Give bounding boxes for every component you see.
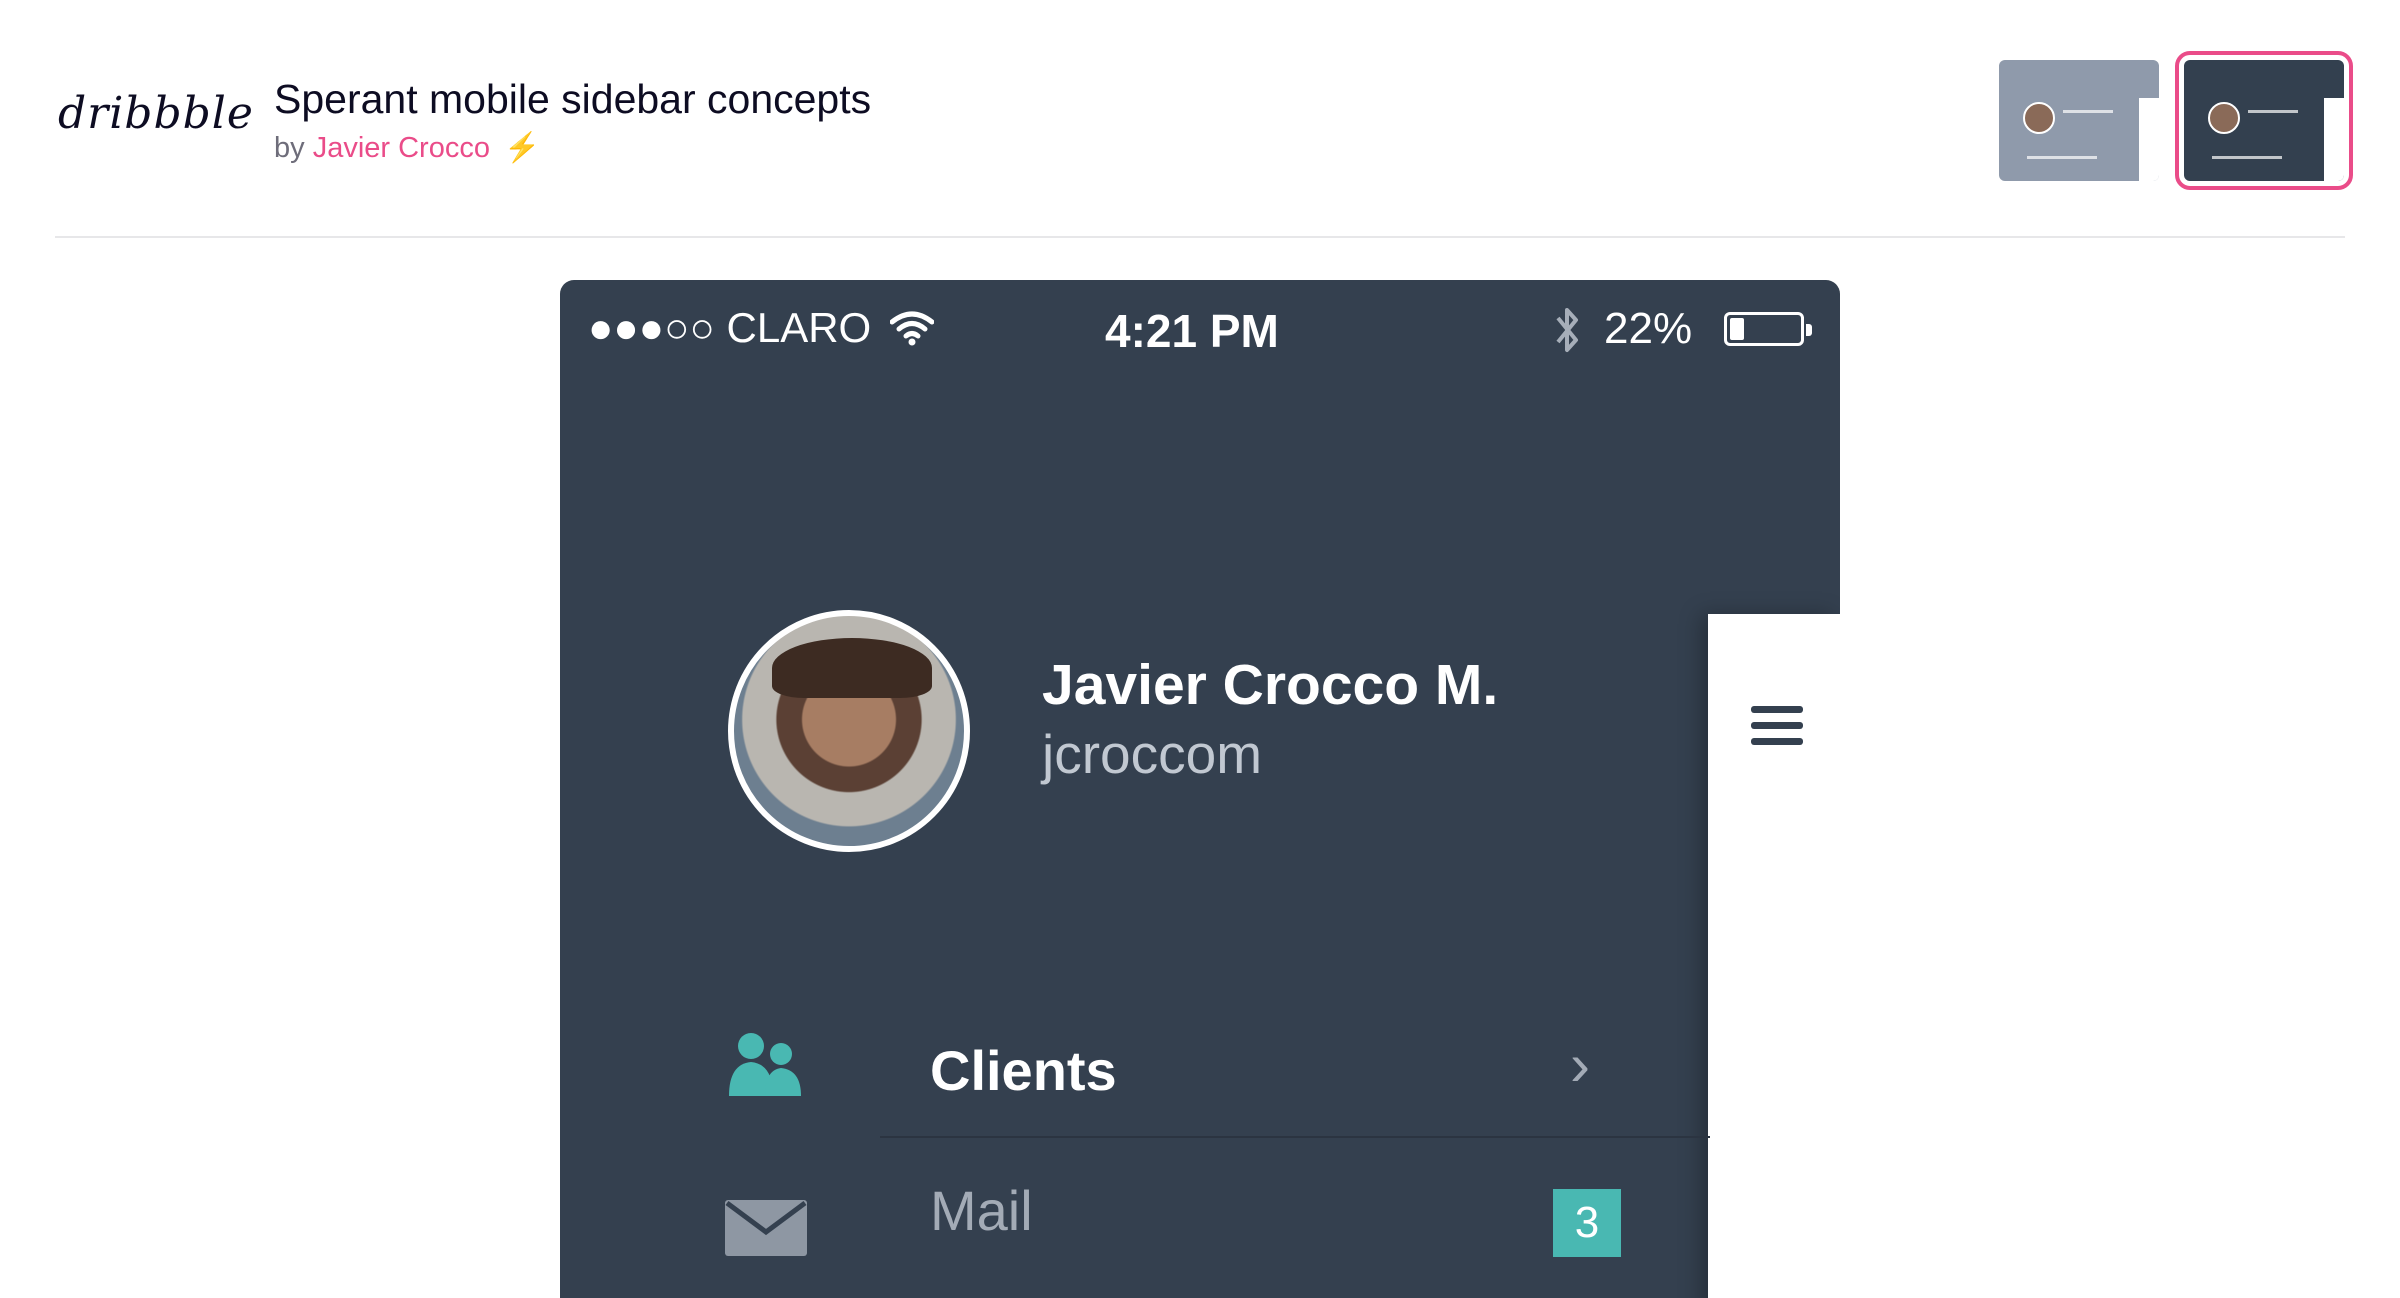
thumbnail-panel [2139,98,2159,181]
shot-byline: by Javier Crocco ⚡ [274,131,540,165]
thumbnail-text-line [2248,110,2298,113]
thumbnail-light[interactable] [1999,60,2159,181]
byline-prefix: by [274,132,305,164]
profile-username: jcroccom [1042,723,1263,785]
status-carrier: ●●●○○ CLARO [588,304,871,352]
main-content-panel[interactable] [1708,614,1840,1298]
shot-title: Sperant mobile sidebar concepts [274,76,872,122]
chevron-right-icon: › [1570,1031,1590,1098]
status-time: 4:21 PM [1105,305,1279,357]
thumbnail-text-line [2212,156,2282,159]
thumbnail-dark[interactable] [2175,51,2353,190]
phone-screenshot: ●●●○○ CLARO 4:21 PM 22% Javier Crocco M.… [560,280,1840,1298]
carrier-name: CLARO [726,304,872,351]
menu-item-label: Clients [930,1039,1117,1102]
header-divider [55,236,2345,238]
hamburger-menu-icon[interactable] [1751,706,1803,754]
wifi-icon [890,311,934,346]
author-link[interactable]: Javier Crocco [313,132,490,164]
profile-name: Javier Crocco M. [1042,653,1499,717]
avatar[interactable] [728,610,970,852]
signal-strength: ●●●○○ [588,304,715,351]
menu-item-label: Mail [930,1179,1033,1242]
mail-count-badge: 3 [1553,1189,1621,1257]
thumbnail-avatar [2208,102,2240,134]
thumbnail-text-line [2027,156,2097,159]
menu-divider [880,1136,1710,1138]
dribbble-logo[interactable]: dribbble [58,88,254,139]
thumbnail-panel [2324,98,2344,181]
bluetooth-icon [1556,308,1578,352]
menu-item-clients[interactable]: Clients › [560,1010,1710,1130]
thumbnail-avatar [2023,102,2055,134]
battery-icon [1724,312,1812,346]
lightning-bolt-icon: ⚡ [504,132,541,164]
menu-item-mail[interactable]: Mail [560,1150,1710,1290]
battery-percentage: 22% [1604,304,1693,353]
thumbnail-text-line [2063,110,2113,113]
